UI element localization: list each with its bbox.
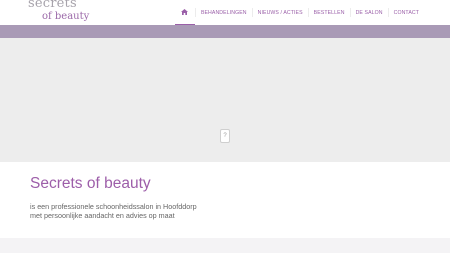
home-icon [181, 9, 189, 15]
nav-bestellen[interactable]: BESTELLEN [309, 0, 350, 25]
intro-text-line-2: met persoonlijke aandacht en advies op m… [30, 210, 175, 220]
nav-de-salon[interactable]: DE SALON [351, 0, 388, 25]
broken-image-icon: ? [220, 129, 230, 143]
intro-text: is een professionele schoonheidssalon in… [30, 202, 290, 220]
logo-line-1: secrets [28, 0, 77, 11]
intro-title: Secrets of beauty [30, 175, 151, 192]
nav-nieuws-acties[interactable]: NIEUWS / ACTIES [253, 0, 308, 25]
site-logo[interactable]: secrets of beauty [28, 0, 89, 23]
footer-strip [0, 238, 450, 253]
logo-line-2: of beauty [42, 11, 90, 22]
broken-image-glyph: ? [223, 133, 227, 139]
nav-contact[interactable]: CONTACT [389, 0, 424, 25]
nav-home[interactable] [174, 0, 195, 25]
accent-band [0, 25, 450, 38]
main-nav: BEHANDELINGEN NIEUWS / ACTIES BESTELLEN … [174, 0, 424, 25]
hero-slider[interactable]: ? [0, 38, 450, 162]
intro-section: Secrets of beauty is een professionele s… [0, 162, 450, 238]
site-header: secrets of beauty BEHANDELINGEN NIEUWS /… [0, 0, 450, 25]
nav-behandelingen[interactable]: BEHANDELINGEN [196, 0, 252, 25]
